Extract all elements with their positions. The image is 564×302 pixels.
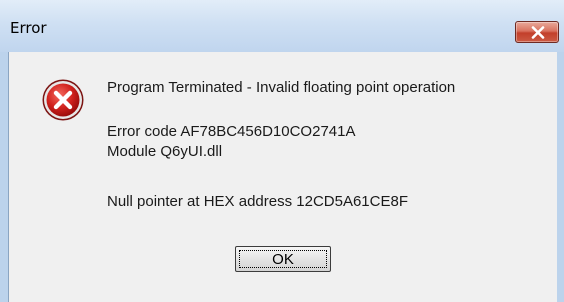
error-message: Program Terminated - Invalid floating po…: [107, 79, 456, 96]
error-code-text: Error code AF78BC456D10CO2741A: [107, 123, 356, 140]
ok-button[interactable]: OK: [235, 246, 331, 272]
window-title: Error: [10, 19, 47, 37]
module-text: Module Q6yUI.dll: [107, 143, 223, 160]
close-button[interactable]: [515, 21, 559, 43]
null-pointer-text: Null pointer at HEX address 12CD5A61CE8F: [107, 193, 408, 210]
error-dialog-window: Error Program Terminated - Invalid float…: [0, 0, 564, 302]
dialog-body: Program Terminated - Invalid floating po…: [8, 52, 557, 302]
error-icon: [42, 79, 84, 121]
title-bar[interactable]: Error: [0, 0, 564, 52]
close-icon: [531, 26, 545, 39]
